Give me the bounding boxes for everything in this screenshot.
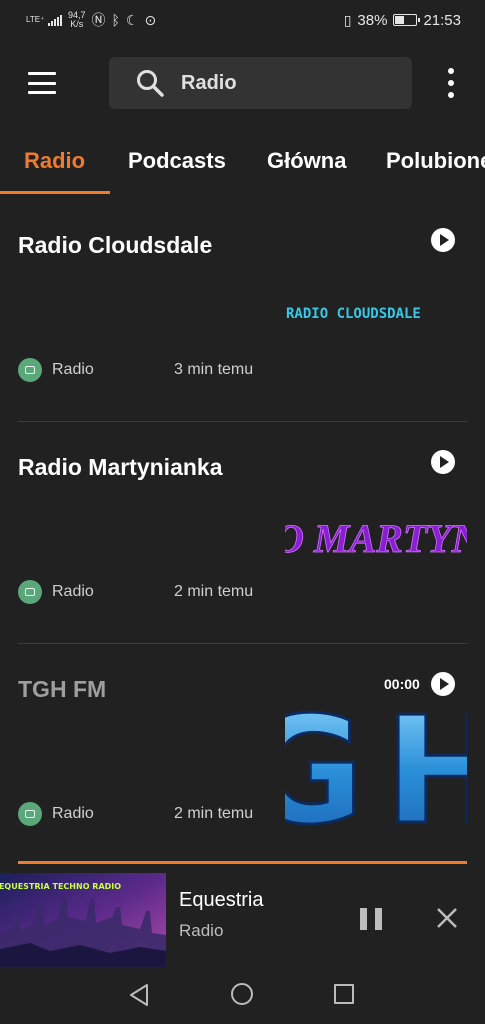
do-not-disturb-moon-icon: ☾ bbox=[125, 11, 139, 28]
player-subtitle: Radio bbox=[179, 921, 224, 940]
station-category: Radio bbox=[52, 805, 94, 822]
station-time: 3 min temu bbox=[174, 361, 254, 378]
network-speed-unit: K/s bbox=[70, 19, 84, 29]
nfc-icon: Ⓝ bbox=[91, 12, 106, 28]
tab-glowna[interactable]: Główna bbox=[267, 138, 346, 194]
recent-apps-icon[interactable] bbox=[334, 984, 354, 1004]
search-input[interactable]: Radio bbox=[181, 72, 237, 95]
signal-icon bbox=[48, 14, 62, 26]
station-duration: 00:00 bbox=[384, 676, 420, 692]
station-category: Radio bbox=[52, 583, 94, 600]
station-logo: RADIO CLOUDSDALE bbox=[285, 298, 467, 328]
play-icon[interactable] bbox=[431, 672, 455, 696]
divider bbox=[18, 643, 467, 644]
home-icon[interactable] bbox=[231, 983, 253, 1005]
station-card[interactable]: TGH FM 00:00 GH Radio 2 min temu bbox=[0, 662, 485, 884]
station-card[interactable]: Radio Cloudsdale RADIO CLOUDSDALE Radio … bbox=[0, 218, 485, 440]
status-left: LTE⁺ 94,7 K/s Ⓝ ᛒ ☾ ⊙ bbox=[26, 10, 156, 30]
player-art-text: EQUESTRIA TECHNO RADIO bbox=[0, 882, 121, 891]
tab-radio[interactable]: Radio bbox=[24, 138, 85, 194]
player-title: Equestria bbox=[179, 889, 264, 911]
station-card[interactable]: Radio Martynianka O MARTYN Radio 2 min t… bbox=[0, 440, 485, 662]
player-artwork: EQUESTRIA TECHNO RADIO bbox=[0, 873, 166, 967]
station-logo: O MARTYN bbox=[285, 512, 467, 562]
tab-bar: Radio Podcasts Główna Polubione bbox=[0, 138, 485, 196]
station-logo-text: O MARTYN bbox=[285, 516, 467, 561]
pause-icon[interactable] bbox=[360, 908, 382, 930]
search-bar[interactable]: Radio bbox=[109, 57, 412, 109]
network-speed: 94,7 K/s bbox=[68, 11, 86, 29]
tab-podcasts[interactable]: Podcasts bbox=[128, 138, 226, 194]
play-icon[interactable] bbox=[431, 228, 455, 252]
vibrate-icon: ▯ bbox=[343, 11, 352, 28]
station-meta: Radio 3 min temu bbox=[18, 358, 253, 382]
network-type: LTE⁺ bbox=[26, 15, 45, 24]
clock: 21:53 bbox=[423, 11, 461, 29]
active-tab-indicator bbox=[0, 191, 110, 194]
station-logo-text: GH bbox=[285, 696, 467, 832]
station-title: Radio Cloudsdale bbox=[18, 232, 213, 258]
divider bbox=[18, 421, 467, 422]
station-time: 2 min temu bbox=[174, 805, 254, 822]
station-logo-text: RADIO CLOUDSDALE bbox=[286, 306, 421, 322]
station-meta: Radio 2 min temu bbox=[18, 802, 253, 826]
status-bar: LTE⁺ 94,7 K/s Ⓝ ᛒ ☾ ⊙ ▯ 38% 21:53 bbox=[0, 0, 485, 40]
player-progress-line bbox=[18, 861, 467, 864]
system-nav-bar bbox=[0, 968, 485, 1024]
back-icon[interactable] bbox=[128, 983, 150, 1007]
play-icon[interactable] bbox=[431, 450, 455, 474]
search-icon bbox=[137, 70, 164, 97]
menu-icon[interactable] bbox=[28, 72, 56, 94]
radio-category-icon bbox=[18, 358, 42, 382]
app-bar: Radio bbox=[0, 56, 485, 110]
station-meta: Radio 2 min temu bbox=[18, 580, 253, 604]
bluetooth-icon: ᛒ bbox=[111, 12, 120, 28]
battery-icon bbox=[393, 14, 421, 26]
tab-polubione[interactable]: Polubione bbox=[386, 138, 485, 194]
battery-percent: 38% bbox=[357, 11, 388, 29]
mini-player[interactable]: EQUESTRIA TECHNO RADIO Equestria Radio bbox=[0, 870, 485, 968]
radio-category-icon bbox=[18, 802, 42, 826]
station-title: TGH FM bbox=[18, 676, 107, 702]
station-time: 2 min temu bbox=[174, 583, 254, 600]
close-icon[interactable] bbox=[435, 906, 459, 930]
station-logo: GH bbox=[285, 696, 467, 832]
status-right: ▯ 38% 21:53 bbox=[344, 12, 461, 29]
station-title: Radio Martynianka bbox=[18, 454, 223, 480]
station-category: Radio bbox=[52, 361, 94, 378]
media-playing-icon: ⊙ bbox=[144, 11, 157, 28]
more-options-icon[interactable] bbox=[446, 68, 456, 98]
radio-category-icon bbox=[18, 580, 42, 604]
